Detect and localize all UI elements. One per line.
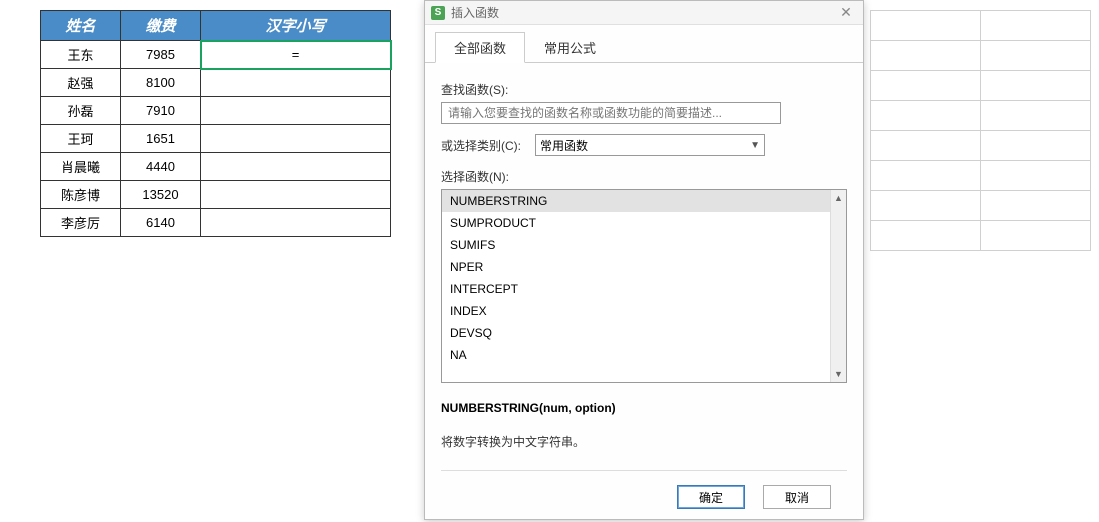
cell-cn[interactable] [201,209,391,237]
function-description: 将数字转换为中文字符串。 [441,433,847,450]
empty-cell[interactable] [871,161,981,191]
insert-function-dialog: S 插入函数 ✕ 全部函数 常用公式 查找函数(S): 或选择类别(C): 常用… [424,0,864,520]
scroll-down-icon[interactable]: ▼ [831,366,846,382]
header-fee: 缴费 [121,11,201,41]
function-item[interactable]: SUMPRODUCT [442,212,846,234]
cell-name[interactable]: 肖晨曦 [41,153,121,181]
header-name: 姓名 [41,11,121,41]
function-list: NUMBERSTRING SUMPRODUCT SUMIFS NPER INTE… [441,189,847,383]
table-row: 王东 7985 = [41,41,391,69]
table-row: 陈彦博 13520 [41,181,391,209]
dialog-title-text: 插入函数 [451,4,499,21]
empty-cell[interactable] [981,71,1091,101]
empty-cell[interactable] [981,101,1091,131]
cell-cn[interactable] [201,69,391,97]
cell-name[interactable]: 孙磊 [41,97,121,125]
empty-cell[interactable] [981,41,1091,71]
cell-cn[interactable] [201,181,391,209]
cell-name[interactable]: 李彦厉 [41,209,121,237]
dialog-tabs: 全部函数 常用公式 [425,31,863,63]
empty-grid-right [870,10,1091,251]
tab-all-functions[interactable]: 全部函数 [435,32,525,63]
cell-fee[interactable]: 7910 [121,97,201,125]
search-label: 查找函数(S): [441,81,847,98]
empty-cell[interactable] [981,221,1091,251]
category-value: 常用函数 [540,137,588,154]
ok-button[interactable]: 确定 [677,485,745,509]
data-table: 姓名 缴费 汉字小写 王东 7985 = 赵强 8100 孙磊 7910 [40,10,391,237]
cell-name[interactable]: 王东 [41,41,121,69]
cell-fee[interactable]: 6140 [121,209,201,237]
cell-fee[interactable]: 4440 [121,153,201,181]
cell-cn[interactable] [201,125,391,153]
cell-cn[interactable] [201,153,391,181]
empty-cell[interactable] [981,131,1091,161]
empty-cell[interactable] [871,101,981,131]
dialog-body: 查找函数(S): 或选择类别(C): 常用函数 ▼ 选择函数(N): NUMBE… [425,63,863,450]
empty-cell[interactable] [871,221,981,251]
cell-fee[interactable]: 13520 [121,181,201,209]
cell-fee[interactable]: 7985 [121,41,201,69]
select-function-label: 选择函数(N): [441,168,847,185]
function-item[interactable]: NA [442,344,846,366]
function-item[interactable]: NUMBERSTRING [442,190,846,212]
dialog-footer: 确定 取消 [441,470,847,509]
empty-cell[interactable] [871,191,981,221]
dialog-titlebar[interactable]: S 插入函数 ✕ [425,1,863,25]
category-select[interactable]: 常用函数 ▼ [535,134,765,156]
function-item[interactable]: INTERCEPT [442,278,846,300]
table-row: 王珂 1651 [41,125,391,153]
cell-name[interactable]: 赵强 [41,69,121,97]
empty-cell[interactable] [981,161,1091,191]
tab-common-formula[interactable]: 常用公式 [525,32,615,63]
cell-editing[interactable]: = [201,41,391,69]
scroll-up-icon[interactable]: ▲ [831,190,846,206]
empty-cell[interactable] [871,71,981,101]
close-icon[interactable]: ✕ [835,4,857,21]
function-item[interactable]: SUMIFS [442,234,846,256]
function-item[interactable]: INDEX [442,300,846,322]
cancel-button[interactable]: 取消 [763,485,831,509]
scrollbar[interactable]: ▲ ▼ [830,190,846,382]
cell-cn[interactable] [201,97,391,125]
table-row: 孙磊 7910 [41,97,391,125]
empty-cell[interactable] [871,11,981,41]
empty-cell[interactable] [981,191,1091,221]
empty-cell[interactable] [871,41,981,71]
table-body: 王东 7985 = 赵强 8100 孙磊 7910 王珂 1651 肖晨曦 [41,41,391,237]
empty-cell[interactable] [871,131,981,161]
app-icon: S [431,6,445,20]
function-item[interactable]: DEVSQ [442,322,846,344]
empty-cell[interactable] [981,11,1091,41]
table-row: 赵强 8100 [41,69,391,97]
cell-fee[interactable]: 8100 [121,69,201,97]
cell-name[interactable]: 陈彦博 [41,181,121,209]
search-input[interactable] [441,102,781,124]
cell-name[interactable]: 王珂 [41,125,121,153]
cell-fee[interactable]: 1651 [121,125,201,153]
table-row: 李彦厉 6140 [41,209,391,237]
function-item[interactable]: NPER [442,256,846,278]
chevron-down-icon: ▼ [750,140,760,151]
table-row: 肖晨曦 4440 [41,153,391,181]
function-signature: NUMBERSTRING(num, option) [441,401,847,415]
header-cn: 汉字小写 [201,11,391,41]
category-label: 或选择类别(C): [441,137,521,154]
